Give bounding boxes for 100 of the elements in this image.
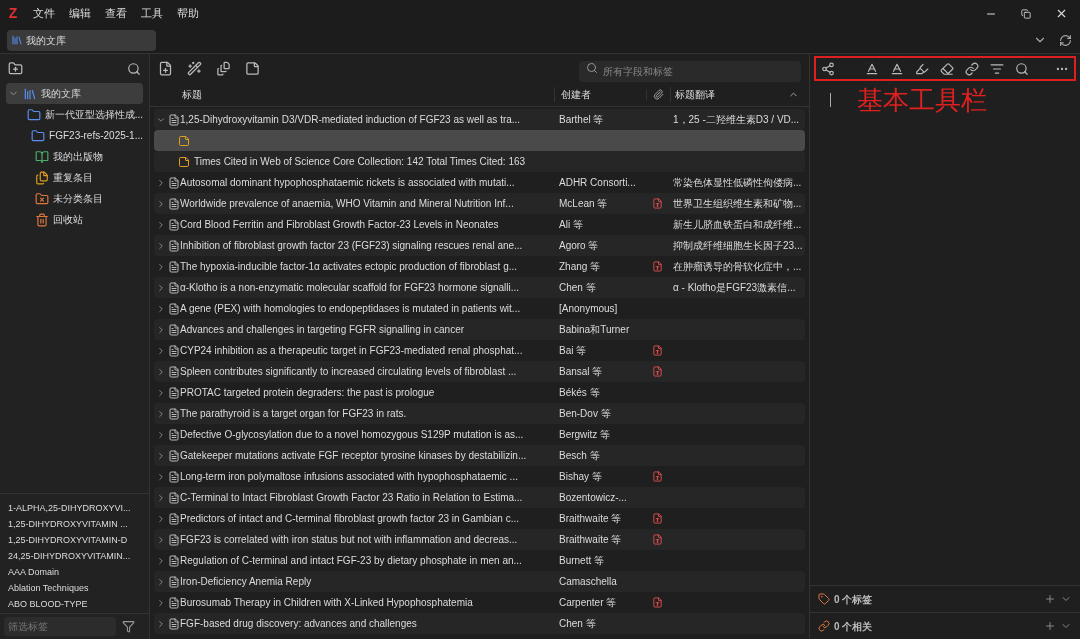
sync-icon[interactable] [1059, 33, 1072, 47]
collection-item[interactable]: FGF23-refs-2025-1... [6, 125, 143, 146]
table-row[interactable]: α-Klotho is a non-enzymatic molecular scaffold for FGF23 hormone signalli... Chen 等 α - Klotho是FGF23激素信... [154, 277, 805, 298]
font-size-icon[interactable] [865, 61, 879, 76]
collection-item[interactable]: 我的文库 [6, 83, 143, 104]
chevron-icon[interactable] [156, 492, 166, 503]
title-cell-text: The parathyroid is a target organ for FGF23 in rats. [180, 407, 408, 421]
new-item-icon[interactable] [158, 61, 173, 76]
chevron-icon[interactable] [156, 408, 166, 419]
creator-cell-text: Braithwaite 等 [558, 533, 623, 547]
collection-item[interactable]: 新一代亚型选择性成... [6, 104, 143, 125]
table-row[interactable]: Gatekeeper mutations activate FGF receptor tyrosine kinases by destabilizin... Besch 等 [154, 445, 805, 466]
tag-item[interactable]: Ablation Techniques [8, 582, 141, 598]
tag-item[interactable]: 1,25-DIHYDROXYVITAMIN-D [8, 534, 141, 550]
filter-icon[interactable] [122, 620, 135, 633]
chevron-icon[interactable] [156, 198, 166, 209]
table-row[interactable]: FGF-based drug discovery: advances and challenges Chen 等 [154, 613, 805, 634]
chevron-icon[interactable] [156, 324, 166, 335]
clear-format-icon[interactable] [940, 61, 954, 76]
column-header[interactable]: 创建者 [554, 87, 646, 102]
collection-item[interactable]: 回收站 [6, 209, 143, 230]
chevron-icon[interactable] [156, 534, 166, 545]
add-icon[interactable] [1044, 593, 1056, 605]
chevron-icon[interactable] [156, 429, 166, 440]
menu-item[interactable]: 帮助 [170, 5, 206, 22]
tag-filter-field[interactable]: 筛选标签 [4, 617, 116, 636]
tag-item[interactable]: 24,25-DIHYDROXYVITAMIN... [8, 550, 141, 566]
menu-item[interactable]: 文件 [26, 5, 62, 22]
tag-item[interactable]: 1-ALPHA,25-DIHYDROXYVI... [8, 502, 141, 518]
add-icon[interactable] [1044, 620, 1056, 632]
collection-item[interactable]: 重复条目 [6, 167, 143, 188]
chevron-icon[interactable] [156, 513, 166, 524]
tag-item[interactable]: ABO BLOOD-TYPE [8, 598, 141, 613]
menu-item[interactable]: 编辑 [62, 5, 98, 22]
magic-wand-icon[interactable] [187, 61, 202, 76]
table-row[interactable]: The parathyroid is a target organ for FGF23 in rats. Ben-Dov 等 [154, 403, 805, 424]
chevron-icon[interactable] [156, 471, 166, 482]
table-row[interactable]: Spleen contributes significantly to increased circulating levels of fibroblast ... Bansal 等 [154, 361, 805, 382]
table-row[interactable]: 1,25-Dihydroxyvitamin D3/VDR-mediated induction of FGF23 as well as tra... Barthel 等 1，25 -二羟维生素D3 / VD... [154, 109, 805, 130]
chevron-icon[interactable] [156, 555, 166, 566]
paperclip-icon[interactable] [653, 89, 664, 100]
chevron-icon[interactable] [156, 219, 166, 230]
creator-cell-text: Barthel 等 [558, 113, 605, 127]
column-header[interactable]: 标题 [154, 87, 554, 102]
link-icon[interactable] [965, 61, 979, 76]
section-title[interactable]: 0 个标签 [834, 591, 873, 607]
network-icon[interactable] [821, 61, 835, 76]
chevron-icon[interactable] [156, 303, 166, 314]
creator-cell-text: McLean 等 [558, 197, 609, 211]
section-title[interactable]: 0 个相关 [834, 618, 873, 634]
document-icon [168, 218, 180, 231]
library-tab[interactable]: 我的文库 [7, 29, 156, 51]
chevron-icon[interactable] [156, 261, 166, 272]
search-icon[interactable] [127, 61, 141, 76]
chevron-icon[interactable] [156, 597, 166, 608]
chevron-icon[interactable] [156, 387, 166, 398]
table-row[interactable]: Inhibition of fibroblast growth factor 23 (FGF23) signaling rescues renal ane... Agoro 等 抑制成纤维细胞生长因子23... [154, 235, 805, 256]
table-row[interactable]: FGF23 is correlated with iron status but not with inflammation and decreas... Braithwaite 等 [154, 529, 805, 550]
creator-cell-text: Bansal 等 [558, 365, 604, 379]
chevron-icon[interactable] [156, 450, 166, 461]
title-cell-text: Predictors of intact and C-terminal fibroblast growth factor 23 in Gambian c... [180, 512, 521, 526]
creator-cell-text: Bozentowicz-... [558, 491, 628, 505]
tag-item[interactable]: AAA Domain [8, 566, 141, 582]
folder-icon [26, 107, 41, 122]
chevron-icon[interactable] [156, 576, 166, 587]
close-icon[interactable] [1055, 7, 1068, 20]
table-row[interactable]: Worldwide prevalence of anaemia, WHO Vitamin and Mineral Nutrition Inf... McLean 等 世界卫生组织维生素和矿物... [154, 193, 805, 214]
chevron-icon[interactable] [156, 345, 166, 356]
table-row[interactable]: C-Terminal to Intact Fibroblast Growth Factor 23 Ratio in Relation to Estima... Bozentowicz-... [154, 487, 805, 508]
folder-icon [35, 191, 49, 206]
chevron-icon[interactable] [156, 240, 166, 251]
document-icon [168, 365, 180, 378]
table-row[interactable]: Times Cited in Web of Science Core Collection: 142 Total Times Cited: 163 [154, 151, 805, 172]
title-cell-text: CYP24 inhibition as a therapeutic target in FGF23-mediated renal phosphat... [180, 344, 524, 358]
table-row[interactable]: Iron-Deficiency Anemia Reply Camaschella [154, 571, 805, 592]
menu-item[interactable]: 查看 [98, 5, 134, 22]
text-color-icon[interactable] [890, 61, 904, 76]
chevron-icon[interactable] [156, 177, 166, 188]
collection-item[interactable]: 我的出版物 [6, 146, 143, 167]
add-attachment-icon[interactable] [216, 61, 231, 76]
link-icon [818, 620, 830, 632]
table-row[interactable]: Advances and challenges in targeting FGFR signalling in cancer Babina和Turner [154, 319, 805, 340]
menu-item[interactable]: 工具 [134, 5, 170, 22]
chevron-icon[interactable] [156, 366, 166, 377]
note-icon [178, 134, 190, 147]
highlighter-icon[interactable] [915, 61, 929, 76]
creator-cell-text: Ben-Dov 等 [558, 407, 612, 421]
creator-cell-text: Besch 等 [558, 449, 601, 463]
search-icon[interactable] [1015, 61, 1029, 76]
chevron-icon[interactable] [156, 282, 166, 293]
search-field[interactable]: 所有字段和标签 [579, 61, 801, 82]
chevron-icon[interactable] [156, 618, 166, 629]
creator-cell-text: [Anonymous] [558, 302, 619, 316]
column-header[interactable]: 标题翻译 [670, 87, 788, 102]
new-note-icon[interactable] [245, 61, 260, 76]
new-collection-icon[interactable] [8, 61, 23, 76]
list-icon[interactable] [990, 61, 1004, 76]
tag-item[interactable]: 1,25-DIHYDROXYVITAMIN ... [8, 518, 141, 534]
collection-item[interactable]: 未分类条目 [6, 188, 143, 209]
restore-icon[interactable] [1021, 8, 1031, 19]
